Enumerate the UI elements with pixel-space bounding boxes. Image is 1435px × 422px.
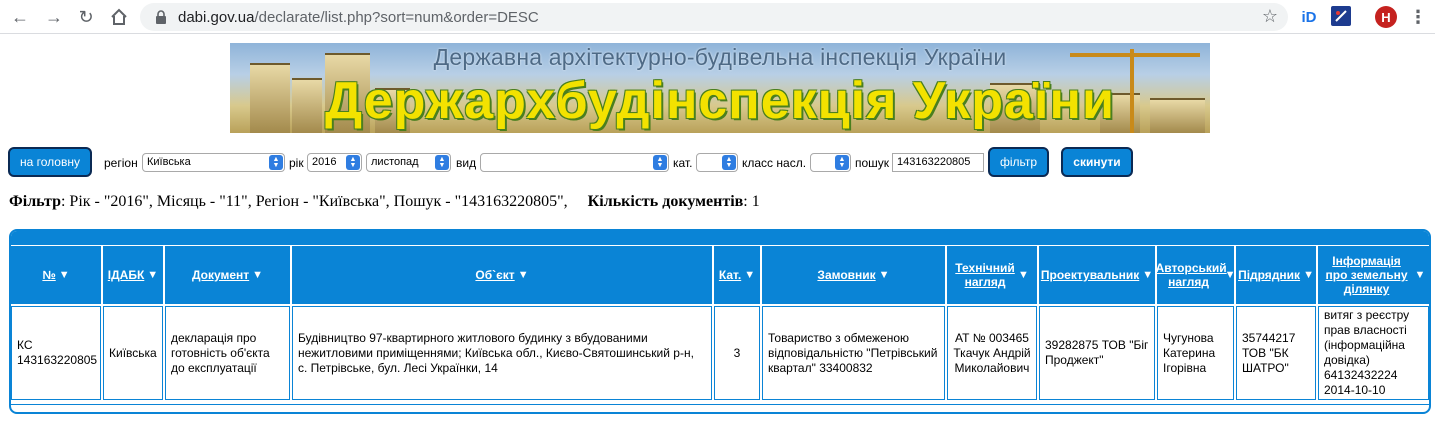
profile-avatar[interactable]: H bbox=[1375, 6, 1397, 28]
column-header-idabk[interactable]: ІДАБК ▼ bbox=[103, 246, 165, 304]
kebab-menu-icon[interactable]: ⋮ bbox=[1409, 6, 1427, 28]
filter-summary-label: Фільтр bbox=[9, 193, 61, 210]
column-header-label[interactable]: № bbox=[42, 268, 55, 282]
address-bar[interactable]: dabi.gov.ua/declarate/list.php?sort=num&… bbox=[140, 3, 1288, 31]
year-select[interactable]: 2016 ▲ ▼ bbox=[307, 153, 362, 172]
declarations-table: № ▼ ІДАБК ▼ Документ ▼ Об`єкт ▼ Кат. ▼ Замовн… bbox=[9, 229, 1431, 414]
year-label: рік bbox=[289, 156, 304, 170]
filter-summary: Фільтр: Рік - "2016", Місяць - "11", Рег… bbox=[9, 193, 760, 211]
chevron-updown-icon: ▲ ▼ bbox=[653, 155, 667, 170]
reset-button[interactable]: скинути bbox=[1061, 147, 1133, 177]
column-header-label[interactable]: Документ bbox=[192, 268, 249, 282]
region-select-value: Київська bbox=[147, 156, 191, 168]
sort-triangle-icon[interactable]: ▼ bbox=[1415, 268, 1426, 282]
cell-idabk: Київська bbox=[103, 306, 163, 400]
year-select-value: 2016 bbox=[312, 156, 337, 168]
column-header-number[interactable]: № ▼ bbox=[11, 246, 103, 304]
column-header-label[interactable]: Замовник bbox=[817, 268, 875, 282]
url-host: dabi.gov.ua bbox=[178, 8, 255, 26]
column-header-label[interactable]: ІДАБК bbox=[108, 268, 145, 282]
home-button[interactable]: на головну bbox=[8, 147, 92, 177]
sort-triangle-icon[interactable]: ▼ bbox=[252, 268, 263, 282]
chevron-updown-icon: ▲ ▼ bbox=[435, 155, 449, 170]
table-row: КС 143163220805 Київська декларація про … bbox=[11, 306, 1429, 400]
column-header-customer[interactable]: Замовник ▼ bbox=[762, 246, 947, 304]
cell-customer: Товариство з обмеженою відповідальністю … bbox=[762, 306, 945, 400]
document-count-value: : 1 bbox=[743, 193, 760, 210]
search-input[interactable]: 143163220805 bbox=[892, 153, 984, 172]
type-select[interactable]: ▲ ▼ bbox=[480, 153, 669, 172]
cell-number: КС 143163220805 bbox=[11, 306, 101, 400]
chevron-updown-icon: ▲ ▼ bbox=[269, 155, 283, 170]
document-count-label: Кількість документів bbox=[587, 193, 744, 210]
sort-triangle-icon[interactable]: ▼ bbox=[1225, 268, 1236, 282]
sort-triangle-icon[interactable]: ▼ bbox=[147, 268, 158, 282]
category-label: кат. bbox=[673, 156, 693, 170]
sort-triangle-icon[interactable]: ▼ bbox=[1018, 268, 1029, 282]
sort-triangle-icon[interactable]: ▼ bbox=[744, 268, 755, 282]
column-header-label[interactable]: Проектувальник bbox=[1041, 268, 1139, 282]
column-header-land-info[interactable]: Інформація про земельну ділянку ▼ bbox=[1318, 246, 1429, 304]
column-header-label[interactable]: Технічний нагляд bbox=[955, 261, 1015, 289]
month-select[interactable]: листопад ▲ ▼ bbox=[366, 153, 451, 172]
sort-triangle-icon[interactable]: ▼ bbox=[1142, 268, 1153, 282]
cell-designer: 39282875 ТОВ "Біг Проджект" bbox=[1039, 306, 1155, 400]
column-header-designer[interactable]: Проектувальник ▼ bbox=[1039, 246, 1157, 304]
column-header-tech-supervision[interactable]: Технічний нагляд ▼ bbox=[947, 246, 1039, 304]
site-banner: Державна архітектурно-будівельна інспекц… bbox=[230, 43, 1210, 133]
banner-title: Держархбудінспекція України bbox=[325, 72, 1115, 130]
type-label: вид bbox=[456, 156, 477, 170]
column-header-label[interactable]: Інформація про земельну ділянку bbox=[1322, 254, 1412, 296]
column-header-document[interactable]: Документ ▼ bbox=[165, 246, 292, 304]
column-header-label[interactable]: Авторський нагляд bbox=[1156, 261, 1227, 289]
column-header-label[interactable]: Об`єкт bbox=[475, 268, 514, 282]
cell-contractor: 35744217 ТОВ "БК ШАТРО" bbox=[1236, 306, 1316, 400]
sort-triangle-icon[interactable]: ▼ bbox=[518, 268, 529, 282]
extension-icon[interactable] bbox=[1331, 6, 1351, 26]
filter-button[interactable]: фільтр bbox=[988, 147, 1049, 177]
region-label: регіон bbox=[104, 156, 138, 170]
browser-toolbar: ← → ↻ dabi.gov.ua/declarate/list.php?sor… bbox=[0, 0, 1435, 34]
cell-tech-supervision: АТ № 003465 Ткачук Андрій Миколайович bbox=[947, 306, 1037, 400]
lock-icon[interactable] bbox=[154, 10, 168, 24]
column-header-author-supervision[interactable]: Авторський нагляд ▼ bbox=[1156, 246, 1236, 304]
sort-triangle-icon[interactable]: ▼ bbox=[59, 268, 70, 282]
chevron-updown-icon: ▲ ▼ bbox=[722, 155, 736, 170]
category-select[interactable]: ▲ ▼ bbox=[696, 153, 738, 172]
table-top-bar bbox=[11, 231, 1429, 245]
extension-id-icon[interactable]: iD bbox=[1299, 6, 1319, 28]
home-icon[interactable] bbox=[107, 5, 131, 29]
column-header-category[interactable]: Кат. ▼ bbox=[714, 246, 762, 304]
chevron-updown-icon: ▲ ▼ bbox=[346, 155, 360, 170]
cell-document: декларація про готовність об'єкта до екс… bbox=[165, 306, 290, 400]
forward-arrow-icon[interactable]: → bbox=[42, 5, 66, 29]
column-header-contractor[interactable]: Підрядник ▼ bbox=[1236, 246, 1318, 304]
sort-triangle-icon[interactable]: ▼ bbox=[1303, 268, 1314, 282]
column-header-object[interactable]: Об`єкт ▼ bbox=[292, 246, 714, 304]
banner-subtitle: Державна архітектурно-будівельна інспекц… bbox=[433, 44, 1007, 70]
cell-category: 3 bbox=[714, 306, 760, 400]
column-header-label[interactable]: Кат. bbox=[719, 268, 741, 282]
filter-summary-text: : Рік - "2016", Місяць - "11", Регіон - … bbox=[60, 193, 568, 210]
url-path: /declarate/list.php?sort=num&order=DESC bbox=[254, 8, 539, 26]
table-bottom-line bbox=[11, 404, 1429, 405]
region-select[interactable]: Київська ▲ ▼ bbox=[142, 153, 285, 172]
cell-land-info: витяг з реєстру прав власності (інформац… bbox=[1318, 306, 1429, 400]
cell-object: Будівництво 97-квартирного житлового буд… bbox=[292, 306, 712, 400]
bookmark-star-icon[interactable]: ☆ bbox=[1262, 6, 1278, 27]
table-header-row: № ▼ ІДАБК ▼ Документ ▼ Об`єкт ▼ Кат. ▼ Замовн… bbox=[11, 246, 1429, 304]
month-select-value: листопад bbox=[371, 156, 419, 168]
search-label: пошук bbox=[855, 156, 890, 170]
back-arrow-icon[interactable]: ← bbox=[8, 5, 32, 29]
cell-author-supervision: Чугунова Катерина Ігорівна bbox=[1157, 306, 1234, 400]
chevron-updown-icon: ▲ ▼ bbox=[835, 155, 849, 170]
url-text: dabi.gov.ua/declarate/list.php?sort=num&… bbox=[178, 9, 539, 26]
class-label: класс насл. bbox=[742, 156, 807, 170]
column-header-label[interactable]: Підрядник bbox=[1238, 268, 1300, 282]
class-select[interactable]: ▲ ▼ bbox=[810, 153, 851, 172]
reload-icon[interactable]: ↻ bbox=[74, 5, 98, 29]
sort-triangle-icon[interactable]: ▼ bbox=[879, 268, 890, 282]
